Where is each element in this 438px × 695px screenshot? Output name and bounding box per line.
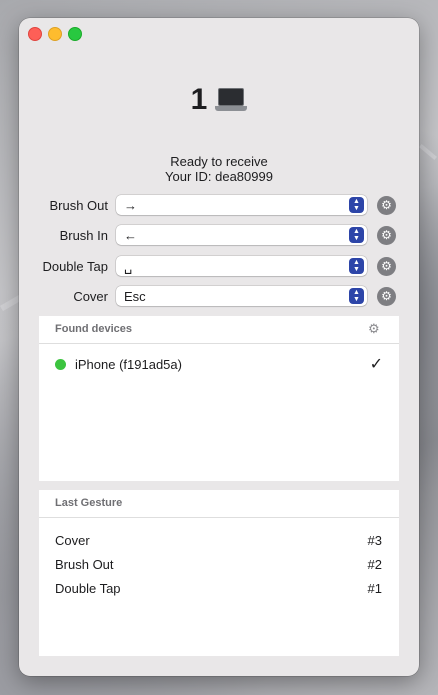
found-devices-header: Found devices ⚙ xyxy=(39,316,399,344)
background-detail xyxy=(419,144,437,160)
status-text: Ready to receive Your ID: dea80999 xyxy=(19,154,419,184)
mapping-label: Brush Out xyxy=(49,198,108,213)
mapping-label: Cover xyxy=(73,289,108,304)
device-name: iPhone (f191ad5a) xyxy=(75,357,182,372)
last-gesture-panel: Last Gesture Cover #3 Brush Out #2 Doubl… xyxy=(39,490,399,656)
gesture-list-item: Double Tap #1 xyxy=(39,579,399,599)
gesture-name: Brush Out xyxy=(55,557,114,572)
device-list-item[interactable]: iPhone (f191ad5a) ✓ xyxy=(39,354,399,376)
device-count: 1 xyxy=(190,83,208,116)
gesture-name: Cover xyxy=(55,533,90,548)
device-count-header: 1 xyxy=(19,80,419,120)
checkmark-icon: ✓ xyxy=(369,356,383,373)
mapping-label: Double Tap xyxy=(42,259,108,274)
gesture-list-item: Brush Out #2 xyxy=(39,555,399,575)
selected-key: → xyxy=(124,198,137,213)
online-status-dot xyxy=(55,359,66,370)
selected-key: Esc xyxy=(124,289,146,304)
panel-title: Found devices xyxy=(55,323,133,335)
mapping-row-brush-in: Brush In ← ▲ ▼ ⚙ xyxy=(19,225,419,247)
double-tap-key-select[interactable]: ␣ ▲ ▼ xyxy=(116,256,367,276)
chevron-updown-icon: ▲ ▼ xyxy=(349,258,364,274)
gear-icon[interactable]: ⚙ xyxy=(368,322,381,335)
zoom-window-button[interactable] xyxy=(68,27,82,41)
laptop-icon xyxy=(215,85,248,115)
gear-icon[interactable]: ⚙ xyxy=(377,287,396,306)
brush-in-key-select[interactable]: ← ▲ ▼ xyxy=(116,225,367,245)
gear-icon[interactable]: ⚙ xyxy=(377,257,396,276)
gesture-index: #3 xyxy=(367,533,382,548)
chevron-updown-icon: ▲ ▼ xyxy=(349,227,364,243)
brush-out-key-select[interactable]: → ▲ ▼ xyxy=(116,195,367,215)
app-window: 1 Ready to receive Your ID: dea80999 Bru… xyxy=(19,18,419,676)
gesture-index: #1 xyxy=(367,581,382,596)
gesture-name: Double Tap xyxy=(55,581,121,596)
gear-icon[interactable]: ⚙ xyxy=(377,196,396,215)
selected-key: ← xyxy=(124,228,137,243)
mapping-label: Brush In xyxy=(59,228,108,243)
gear-icon[interactable]: ⚙ xyxy=(377,226,396,245)
cover-key-select[interactable]: Esc ▲ ▼ xyxy=(116,286,367,306)
close-window-button[interactable] xyxy=(28,27,42,41)
mapping-row-brush-out: Brush Out → ▲ ▼ ⚙ xyxy=(19,195,419,217)
user-id: Your ID: dea80999 xyxy=(165,169,273,184)
minimize-window-button[interactable] xyxy=(48,27,62,41)
chevron-updown-icon: ▲ ▼ xyxy=(349,288,364,304)
ready-status: Ready to receive xyxy=(170,154,268,169)
found-devices-panel: Found devices ⚙ iPhone (f191ad5a) ✓ xyxy=(39,316,399,481)
gesture-index: #2 xyxy=(367,557,382,572)
chevron-updown-icon: ▲ ▼ xyxy=(349,197,364,213)
selected-key: ␣ xyxy=(124,259,133,274)
gesture-list-item: Cover #3 xyxy=(39,531,399,551)
mapping-row-cover: Cover Esc ▲ ▼ ⚙ xyxy=(19,286,419,308)
mapping-row-double-tap: Double Tap ␣ ▲ ▼ ⚙ xyxy=(19,256,419,278)
panel-title: Last Gesture xyxy=(55,497,123,509)
last-gesture-header: Last Gesture xyxy=(39,490,399,518)
